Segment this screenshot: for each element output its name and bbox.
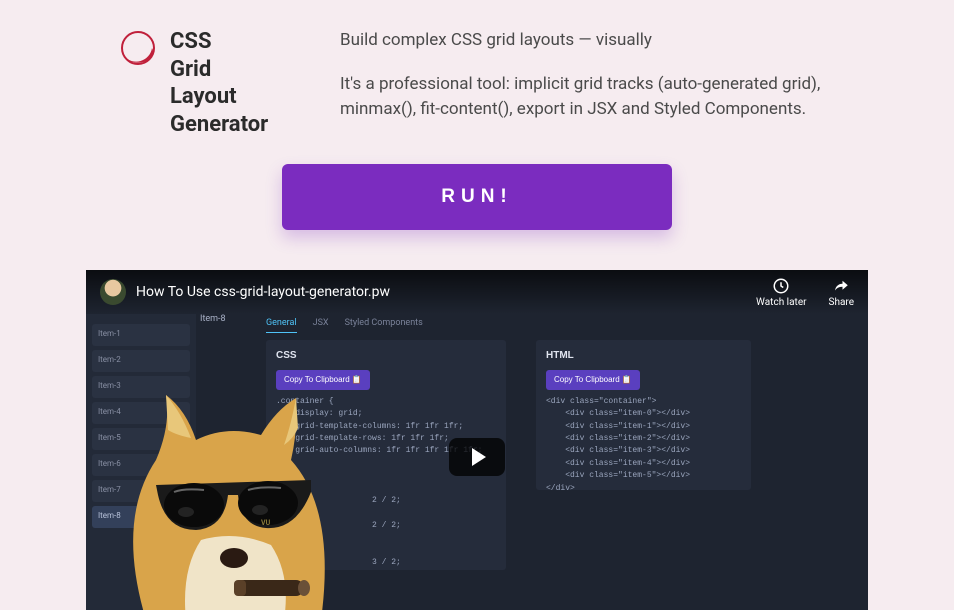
tagline: Build complex CSS grid layouts — visuall… <box>340 30 886 50</box>
logo-icon <box>120 30 156 66</box>
sub-description: It's a professional tool: implicit grid … <box>340 72 886 121</box>
code-tabs: General JSX Styled Components <box>266 318 423 333</box>
clock-icon <box>772 277 790 295</box>
video-title: How To Use css-grid-layout-generator.pw <box>136 284 746 300</box>
css-panel-label: CSS <box>276 348 496 364</box>
tab-general: General <box>266 318 297 333</box>
share-label: Share <box>829 297 854 308</box>
sidebar-item: Item-1 <box>92 324 190 346</box>
share-icon <box>832 277 850 295</box>
play-button[interactable] <box>449 438 505 476</box>
video-embed[interactable]: Item-1 Item-2 Item-3 Item-4 Item-5 Item-… <box>86 270 868 610</box>
html-code: <div class="container"> <div class="item… <box>546 396 741 495</box>
svg-text:VU: VU <box>261 519 271 527</box>
run-button[interactable]: RUN! <box>282 164 672 230</box>
doge-image: VU <box>96 380 366 610</box>
channel-avatar <box>100 279 126 305</box>
html-panel-label: HTML <box>546 348 741 364</box>
copy-html-button: Copy To Clipboard 📋 <box>546 370 640 390</box>
tab-styled: Styled Components <box>345 318 423 333</box>
html-panel: HTML Copy To Clipboard 📋 <div class="con… <box>536 340 751 490</box>
play-icon <box>472 448 486 466</box>
watch-later-label: Watch later <box>756 297 806 308</box>
tab-jsx: JSX <box>313 318 329 333</box>
selected-item-label: Item-8 <box>200 314 226 324</box>
page-title: CSS Grid Layout Generator <box>170 28 268 138</box>
watch-later-button[interactable]: Watch later <box>756 277 806 308</box>
sidebar-item: Item-2 <box>92 350 190 372</box>
share-button[interactable]: Share <box>829 277 854 308</box>
